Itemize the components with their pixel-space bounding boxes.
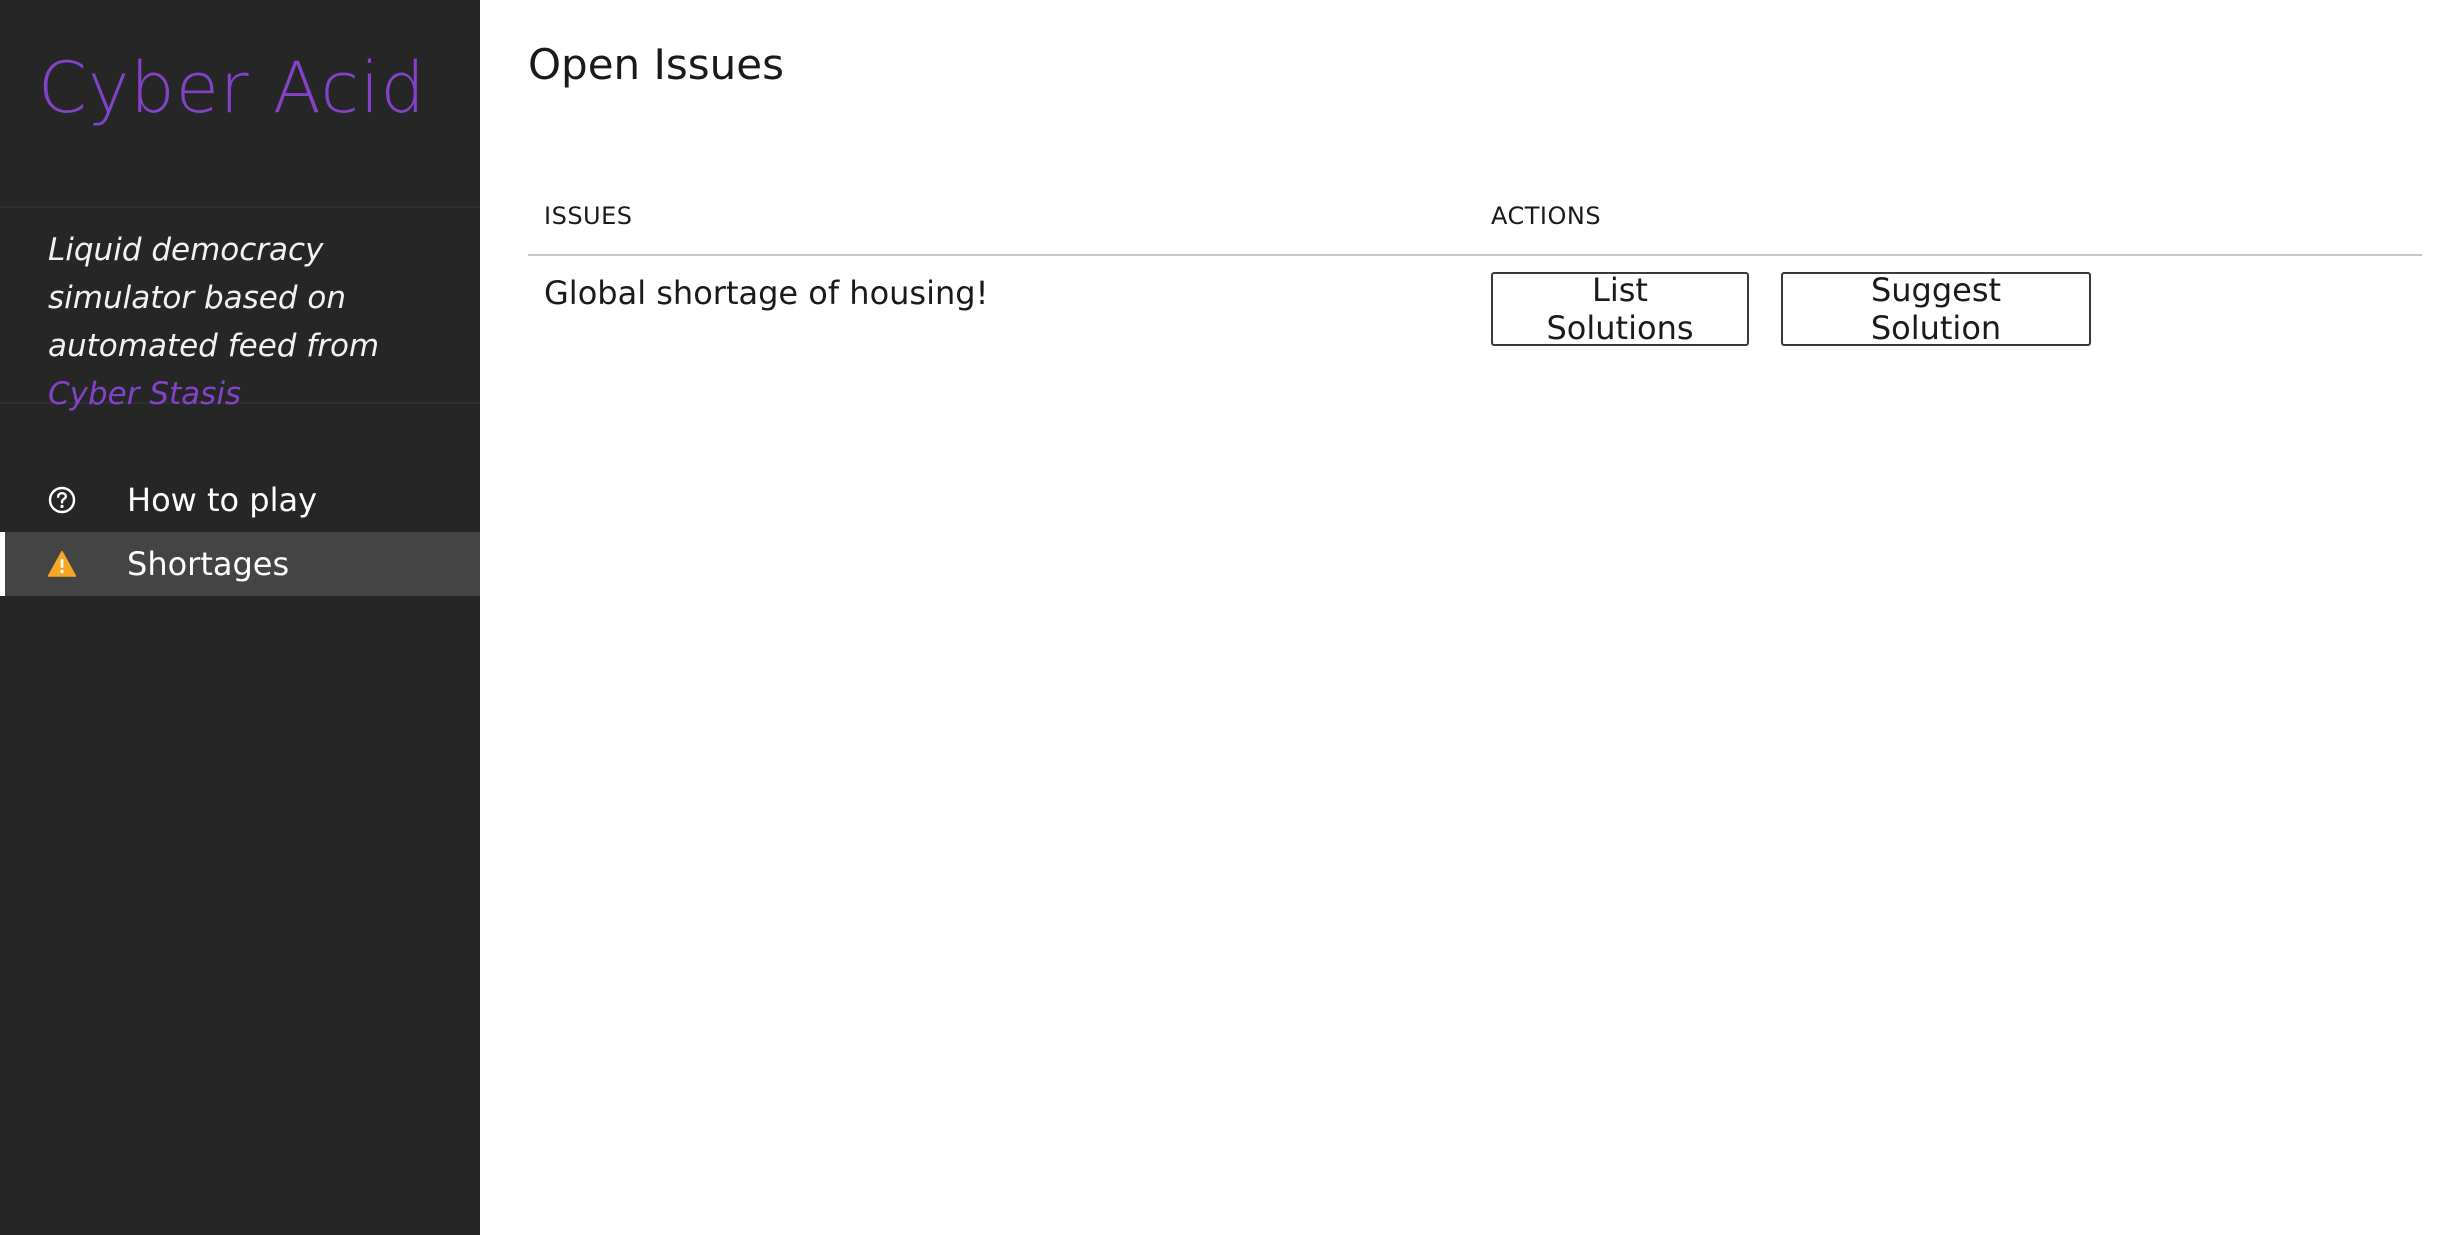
page-title: Open Issues: [528, 40, 785, 89]
table-row: Global shortage of housing! List Solutio…: [528, 256, 2422, 352]
sidebar-item-label: Shortages: [127, 545, 290, 583]
brand-section: Cyber Acid: [0, 0, 480, 208]
column-header-actions: ACTIONS: [1491, 202, 1602, 230]
issue-title: Global shortage of housing!: [544, 274, 989, 312]
sidebar-item-shortages[interactable]: Shortages: [0, 532, 480, 596]
app: Cyber Acid Liquid democracy simulator ba…: [0, 0, 2456, 1235]
issues-table: ISSUES ACTIONS Global shortage of housin…: [528, 190, 2422, 352]
column-header-issues: ISSUES: [544, 202, 633, 230]
list-solutions-button[interactable]: List Solutions: [1491, 271, 1749, 347]
sidebar-item-label: How to play: [127, 481, 318, 519]
warning-triangle-icon: [47, 549, 77, 579]
sidebar-nav: How to play Shortages: [0, 468, 480, 596]
table-header: ISSUES ACTIONS: [528, 190, 2422, 256]
sidebar: Cyber Acid Liquid democracy simulator ba…: [0, 0, 480, 1235]
sidebar-item-how-to-play[interactable]: How to play: [0, 468, 480, 532]
cyber-stasis-link[interactable]: Cyber Stasis: [48, 376, 241, 412]
main-content: Open Issues ISSUES ACTIONS Global shorta…: [480, 0, 2456, 1235]
question-circle-icon: [47, 485, 77, 515]
tagline-section: Liquid democracy simulator based on auto…: [0, 208, 480, 412]
brand-logo[interactable]: Cyber Acid: [38, 46, 426, 130]
tagline-text: Liquid democracy simulator based on auto…: [48, 232, 380, 364]
suggest-solution-button[interactable]: Suggest Solution: [1781, 271, 2091, 347]
tagline: Liquid democracy simulator based on auto…: [48, 226, 468, 418]
